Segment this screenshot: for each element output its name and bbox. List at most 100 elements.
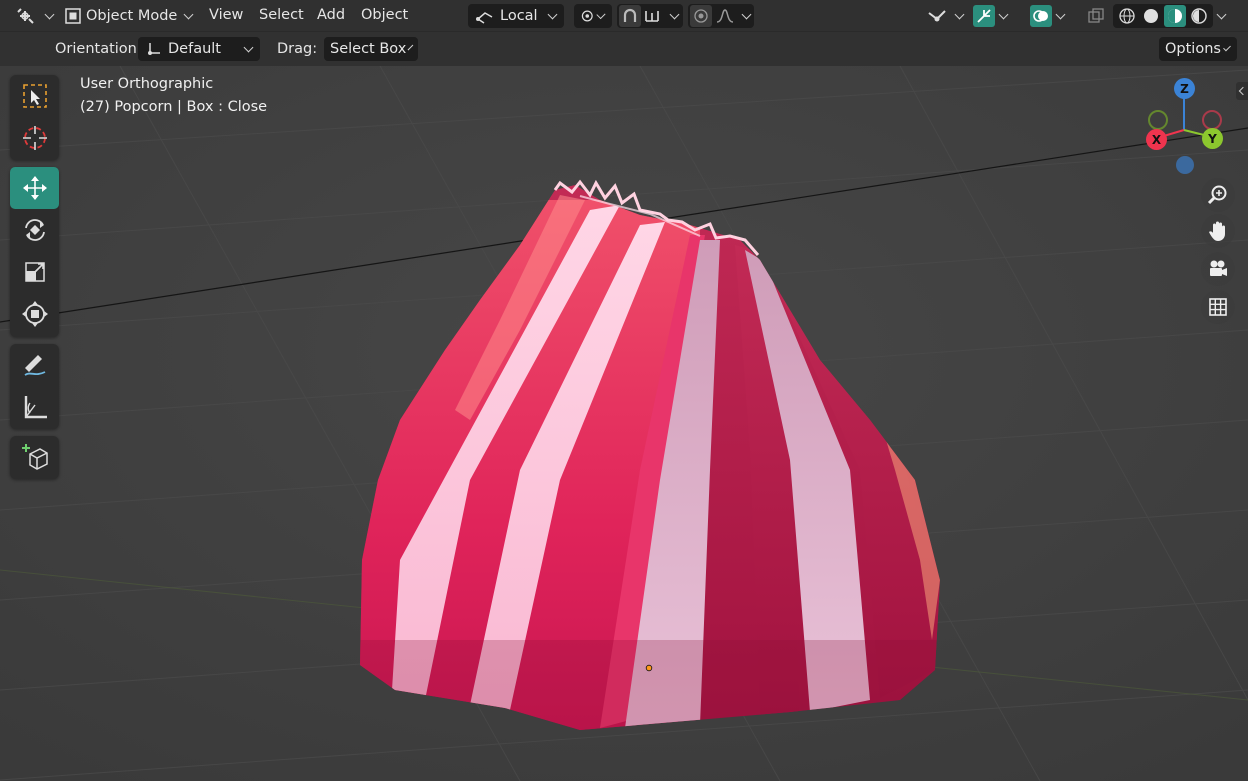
overlays-toggle[interactable] bbox=[1030, 5, 1052, 27]
camera-view-button[interactable] bbox=[1201, 252, 1235, 286]
object-visibility-dropdown[interactable] bbox=[924, 4, 967, 28]
chevron-down-icon bbox=[596, 9, 606, 19]
menu-add[interactable]: Add bbox=[317, 7, 345, 23]
drag-dropdown[interactable]: Select Box bbox=[324, 37, 418, 61]
transform-orientation-dropdown[interactable]: Local bbox=[468, 4, 564, 28]
orientation-dropdown[interactable]: Default bbox=[138, 37, 260, 61]
chevron-down-icon bbox=[1216, 9, 1227, 19]
tool-settings-bar: Orientation: Default Drag: Select Box Op… bbox=[0, 32, 1248, 66]
grid-icon bbox=[1209, 298, 1227, 316]
3d-viewport[interactable]: User Orthographic (27) Popcorn | Box : C… bbox=[0, 66, 1248, 781]
options-dropdown[interactable]: Options bbox=[1159, 37, 1237, 61]
drag-value: Select Box bbox=[330, 41, 407, 57]
solid-sphere-icon bbox=[1144, 9, 1158, 23]
add-cube-tool[interactable] bbox=[10, 436, 59, 478]
chevron-down-icon bbox=[44, 9, 55, 19]
snap-target-dropdown[interactable] bbox=[641, 4, 682, 28]
shading-rendered-button[interactable] bbox=[1188, 5, 1210, 27]
orientation-icon bbox=[476, 12, 493, 24]
gizmo-icon bbox=[977, 9, 991, 23]
material-sphere-icon bbox=[1168, 9, 1182, 23]
move-icon bbox=[22, 176, 47, 200]
object-origin bbox=[645, 664, 653, 672]
rendered-sphere-icon bbox=[1191, 8, 1207, 24]
mode-label: Object Mode bbox=[86, 8, 178, 24]
chevron-down-icon bbox=[669, 9, 680, 19]
drag-label: Drag: bbox=[277, 41, 318, 57]
select-box-tool[interactable] bbox=[10, 75, 59, 117]
orientation-value: Default bbox=[168, 41, 221, 57]
zoom-icon bbox=[1207, 185, 1227, 205]
wireframe-sphere-icon bbox=[1119, 8, 1135, 24]
toolbar-group-add bbox=[10, 436, 59, 479]
orientation-value: Local bbox=[500, 8, 538, 24]
pan-button[interactable] bbox=[1201, 214, 1235, 248]
cursor-icon bbox=[22, 126, 47, 150]
ortho-toggle-button[interactable] bbox=[1201, 290, 1235, 324]
menu-object[interactable]: Object bbox=[361, 7, 408, 23]
scale-icon bbox=[24, 262, 45, 282]
object-info: (27) Popcorn | Box : Close bbox=[80, 99, 268, 115]
menu-select[interactable]: Select bbox=[259, 7, 304, 23]
move-tool[interactable] bbox=[10, 167, 59, 209]
snap-increment-icon bbox=[645, 11, 659, 22]
chevron-down-icon bbox=[1223, 43, 1231, 51]
gizmo-dropdown[interactable] bbox=[994, 4, 1011, 28]
overlays-dropdown[interactable] bbox=[1051, 4, 1068, 28]
transform-tool[interactable] bbox=[10, 293, 59, 335]
chevron-down-icon bbox=[547, 9, 558, 19]
pencil-icon bbox=[24, 355, 45, 376]
camera-icon bbox=[1210, 260, 1227, 276]
measure-tool[interactable] bbox=[10, 386, 59, 428]
rotate-tool[interactable] bbox=[10, 209, 59, 251]
gizmo-toggle[interactable] bbox=[973, 5, 995, 27]
gizmo-x-axis[interactable]: X bbox=[1146, 129, 1167, 150]
editor-type-button[interactable] bbox=[10, 4, 61, 28]
toolbar-group-transform bbox=[10, 167, 59, 337]
annotate-tool[interactable] bbox=[10, 344, 59, 386]
snap-toggle[interactable] bbox=[619, 5, 641, 27]
scale-tool[interactable] bbox=[10, 251, 59, 293]
mode-selector[interactable]: Object Mode bbox=[58, 4, 200, 28]
toolbar-group-annotate bbox=[10, 344, 59, 429]
xray-icon bbox=[1088, 8, 1104, 23]
proportional-edit-toggle[interactable] bbox=[690, 5, 712, 27]
menu-view[interactable]: View bbox=[209, 7, 243, 23]
shading-dropdown[interactable] bbox=[1212, 4, 1229, 28]
viewport-scene bbox=[0, 66, 1248, 781]
zoom-button[interactable] bbox=[1201, 178, 1235, 212]
visibility-icon bbox=[928, 10, 946, 22]
view-name: User Orthographic bbox=[80, 76, 214, 92]
editor-type-icon bbox=[17, 8, 34, 24]
shading-wireframe-button[interactable] bbox=[1116, 5, 1138, 27]
ruler-icon bbox=[24, 396, 47, 419]
gizmo-y-axis[interactable]: Y bbox=[1202, 128, 1223, 149]
rotate-icon bbox=[24, 219, 45, 241]
chevron-down-icon bbox=[1055, 9, 1066, 19]
shading-material-button[interactable] bbox=[1164, 5, 1186, 27]
chevron-down-icon bbox=[998, 9, 1009, 19]
chevron-down-icon bbox=[183, 9, 194, 19]
orientation-axes-icon bbox=[148, 43, 160, 55]
chevron-down-icon bbox=[954, 9, 965, 19]
chevron-left-icon bbox=[1238, 86, 1248, 96]
navigation-gizmo[interactable]: Z X Y bbox=[1140, 74, 1240, 184]
magnet-icon bbox=[623, 8, 637, 22]
shading-solid-button[interactable] bbox=[1140, 5, 1162, 27]
xray-toggle[interactable] bbox=[1085, 5, 1107, 27]
hand-icon bbox=[1209, 221, 1225, 241]
falloff-dropdown[interactable] bbox=[713, 4, 754, 28]
overlays-icon bbox=[1033, 10, 1048, 22]
chevron-down-icon bbox=[741, 9, 752, 19]
pivot-point-dropdown[interactable] bbox=[574, 4, 612, 28]
pivot-icon bbox=[581, 10, 593, 22]
toolbar-group-select bbox=[10, 75, 59, 160]
options-label: Options bbox=[1165, 41, 1221, 57]
proportional-icon bbox=[694, 9, 708, 23]
cursor-tool[interactable] bbox=[10, 117, 59, 159]
chevron-down-icon bbox=[243, 42, 254, 52]
viewport-header: Object Mode View Select Add Object Local bbox=[0, 0, 1248, 32]
chevron-down-icon bbox=[407, 44, 414, 50]
gizmo-z-axis[interactable]: Z bbox=[1174, 78, 1195, 99]
object-mode-icon bbox=[65, 8, 81, 24]
